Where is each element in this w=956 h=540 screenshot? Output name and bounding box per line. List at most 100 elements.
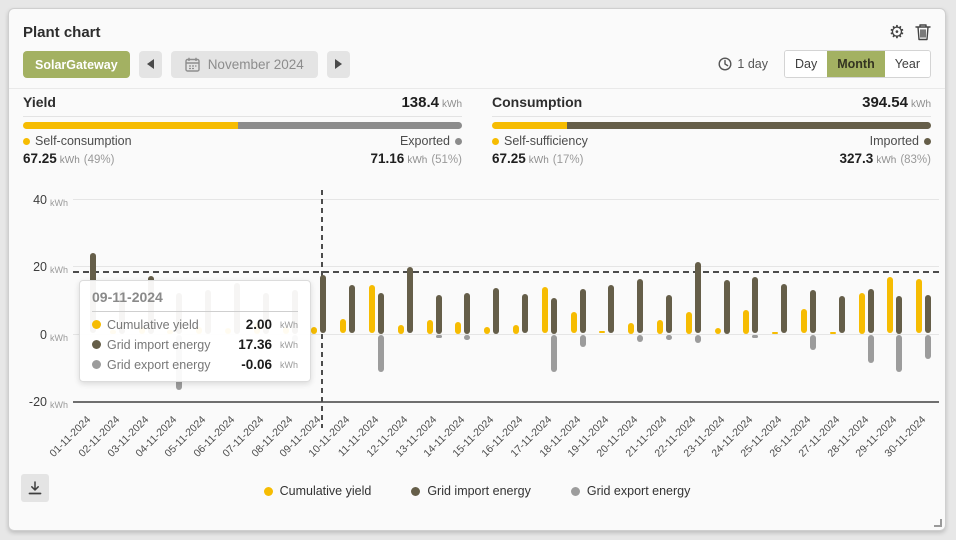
chart-legend: Cumulative yield Grid import energy Grid e… bbox=[264, 484, 691, 498]
tooltip-row: Cumulative yield2.00kWh bbox=[92, 317, 298, 332]
chevron-left-icon bbox=[147, 59, 154, 69]
legend-dot-icon bbox=[411, 487, 420, 496]
chart: 09-11-2024 Cumulative yield2.00kWhGrid i… bbox=[9, 190, 945, 472]
view-toggle: DayMonthYear bbox=[784, 50, 931, 78]
view-button-month[interactable]: Month bbox=[827, 51, 884, 77]
bar-export-22-11-2024[interactable] bbox=[695, 335, 701, 343]
bar-yield-12-11-2024[interactable] bbox=[398, 325, 404, 333]
bar-yield-27-11-2024[interactable] bbox=[830, 332, 836, 334]
bar-import-25-11-2024[interactable] bbox=[781, 284, 787, 333]
bar-yield-21-11-2024[interactable] bbox=[657, 320, 663, 334]
bar-yield-15-11-2024[interactable] bbox=[484, 327, 490, 334]
bar-yield-09-11-2024[interactable] bbox=[311, 327, 317, 334]
toolbar: SolarGateway November 2024 1 day Day bbox=[9, 41, 945, 78]
exported-value: 71.16kWh(51%) bbox=[371, 150, 462, 168]
bar-import-19-11-2024[interactable] bbox=[608, 285, 614, 334]
legend-item-cumulative-yield[interactable]: Cumulative yield bbox=[264, 484, 372, 498]
bar-export-26-11-2024[interactable] bbox=[810, 335, 816, 350]
bar-yield-16-11-2024[interactable] bbox=[513, 325, 519, 333]
clock-icon bbox=[718, 57, 732, 71]
series-dot-icon bbox=[92, 360, 101, 369]
bar-yield-22-11-2024[interactable] bbox=[686, 312, 692, 334]
bar-import-27-11-2024[interactable] bbox=[839, 296, 845, 333]
yield-title: Yield bbox=[23, 94, 56, 110]
y-axis-label: 0kWh bbox=[21, 326, 68, 344]
bar-import-13-11-2024[interactable] bbox=[436, 295, 442, 334]
bar-import-16-11-2024[interactable] bbox=[522, 294, 528, 333]
bar-import-10-11-2024[interactable] bbox=[349, 285, 355, 333]
page-title: Plant chart bbox=[23, 24, 101, 41]
bar-import-11-11-2024[interactable] bbox=[378, 293, 384, 334]
next-period-button[interactable] bbox=[327, 51, 350, 78]
gridline bbox=[73, 199, 939, 200]
gridline bbox=[73, 401, 939, 403]
bar-yield-11-11-2024[interactable] bbox=[369, 285, 375, 334]
bar-import-20-11-2024[interactable] bbox=[637, 279, 643, 333]
settings-gear-icon[interactable]: ⚙ bbox=[889, 23, 905, 41]
y-axis-label: -20kWh bbox=[21, 393, 68, 411]
bar-export-13-11-2024[interactable] bbox=[436, 335, 442, 338]
bar-yield-29-11-2024[interactable] bbox=[887, 277, 893, 333]
bar-import-12-11-2024[interactable] bbox=[407, 267, 413, 333]
bar-import-23-11-2024[interactable] bbox=[724, 280, 730, 334]
bar-export-21-11-2024[interactable] bbox=[666, 335, 672, 340]
prev-period-button[interactable] bbox=[139, 51, 162, 78]
view-button-year[interactable]: Year bbox=[885, 51, 930, 77]
bar-import-18-11-2024[interactable] bbox=[580, 289, 586, 333]
bar-yield-17-11-2024[interactable] bbox=[542, 287, 548, 334]
gateway-button[interactable]: SolarGateway bbox=[23, 51, 130, 78]
bottom-row: Cumulative yield Grid import energy Grid e… bbox=[9, 474, 945, 508]
legend-item-grid-import-energy[interactable]: Grid import energy bbox=[411, 484, 531, 498]
bar-yield-26-11-2024[interactable] bbox=[801, 309, 807, 333]
bar-import-15-11-2024[interactable] bbox=[493, 288, 499, 334]
bar-import-29-11-2024[interactable] bbox=[896, 296, 902, 333]
bar-import-09-11-2024[interactable] bbox=[320, 275, 326, 334]
bar-import-28-11-2024[interactable] bbox=[868, 289, 874, 334]
bar-export-14-11-2024[interactable] bbox=[464, 335, 470, 340]
legend-item-grid-export-energy[interactable]: Grid export energy bbox=[571, 484, 691, 498]
tooltip-row: Grid import energy17.36kWh bbox=[92, 337, 298, 352]
bar-export-20-11-2024[interactable] bbox=[637, 335, 643, 342]
bar-export-24-11-2024[interactable] bbox=[752, 335, 758, 338]
bar-import-21-11-2024[interactable] bbox=[666, 295, 672, 333]
bar-yield-25-11-2024[interactable] bbox=[772, 332, 778, 334]
bar-yield-24-11-2024[interactable] bbox=[743, 310, 749, 334]
calendar-icon bbox=[185, 57, 200, 72]
bar-yield-30-11-2024[interactable] bbox=[916, 279, 922, 333]
period-selector-button[interactable]: November 2024 bbox=[171, 51, 318, 78]
stats-row: Yield 138.4kWh Self-consumption Exported bbox=[9, 89, 945, 168]
bar-yield-13-11-2024[interactable] bbox=[427, 320, 433, 334]
bar-export-29-11-2024[interactable] bbox=[896, 335, 902, 372]
y-axis-label: 40kWh bbox=[21, 191, 68, 209]
bar-yield-20-11-2024[interactable] bbox=[628, 323, 634, 333]
download-icon bbox=[27, 480, 43, 496]
bar-import-14-11-2024[interactable] bbox=[464, 293, 470, 334]
bar-import-22-11-2024[interactable] bbox=[695, 262, 701, 334]
chart-tooltip: 09-11-2024 Cumulative yield2.00kWhGrid i… bbox=[79, 280, 311, 382]
bar-export-18-11-2024[interactable] bbox=[580, 335, 586, 347]
bar-yield-28-11-2024[interactable] bbox=[859, 293, 865, 334]
bar-import-26-11-2024[interactable] bbox=[810, 290, 816, 334]
consumption-stat-block: Consumption 394.54kWh Self-sufficiency I… bbox=[492, 94, 931, 168]
bar-import-24-11-2024[interactable] bbox=[752, 277, 758, 333]
download-button[interactable] bbox=[21, 474, 49, 502]
card-header: Plant chart ⚙ bbox=[9, 9, 945, 41]
consumption-total: 394.54kWh bbox=[862, 94, 931, 112]
view-button-day[interactable]: Day bbox=[785, 51, 827, 77]
bar-export-28-11-2024[interactable] bbox=[868, 335, 874, 363]
bar-yield-14-11-2024[interactable] bbox=[455, 322, 461, 334]
bar-import-30-11-2024[interactable] bbox=[925, 295, 931, 333]
resize-handle-icon[interactable] bbox=[934, 519, 942, 527]
delete-button[interactable] bbox=[915, 23, 931, 41]
bar-yield-10-11-2024[interactable] bbox=[340, 319, 346, 333]
bar-export-17-11-2024[interactable] bbox=[551, 335, 557, 372]
bar-yield-23-11-2024[interactable] bbox=[715, 328, 721, 333]
reference-line bbox=[73, 271, 939, 273]
bar-export-30-11-2024[interactable] bbox=[925, 335, 931, 359]
legend-dot-icon bbox=[264, 487, 273, 496]
gridline bbox=[73, 266, 939, 267]
toolbar-right: 1 day DayMonthYear bbox=[718, 50, 931, 78]
bar-export-11-11-2024[interactable] bbox=[378, 335, 384, 372]
bar-import-17-11-2024[interactable] bbox=[551, 298, 557, 333]
bar-yield-18-11-2024[interactable] bbox=[571, 312, 577, 333]
